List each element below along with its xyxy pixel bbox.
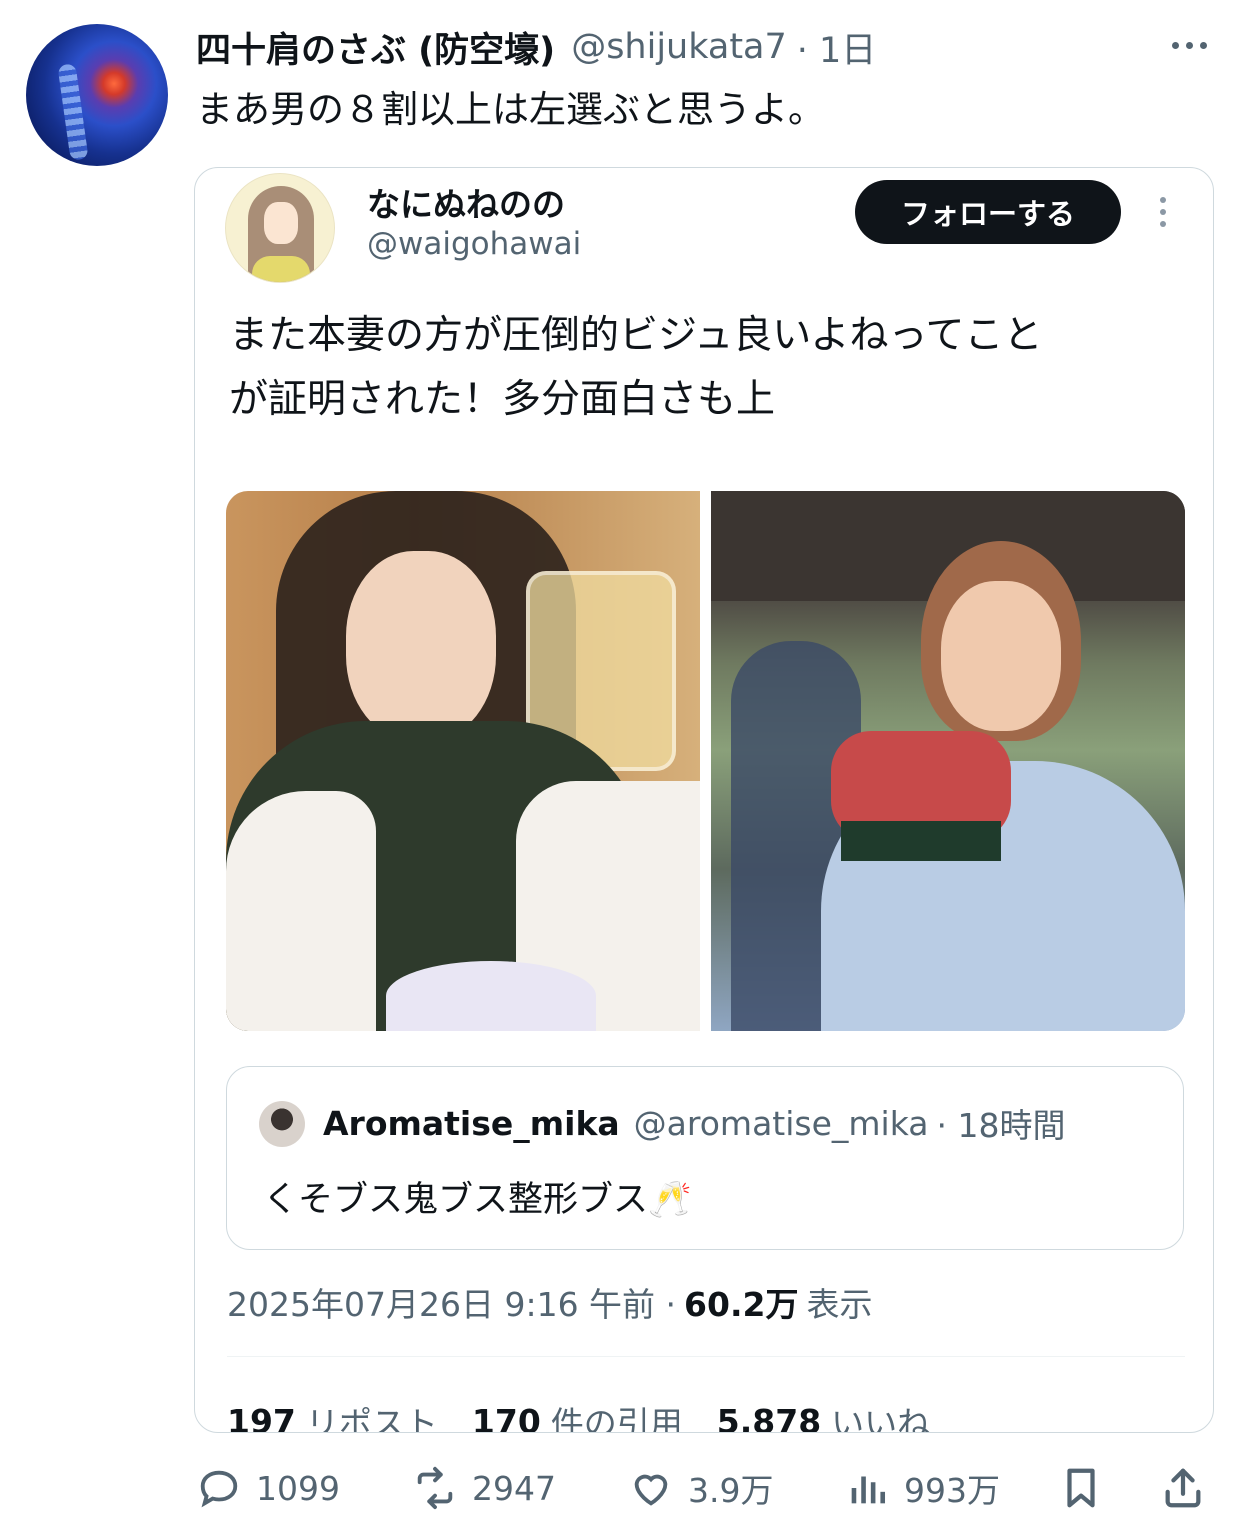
likes-label[interactable]: いいね — [831, 1397, 930, 1432]
quoted-text-line-1: また本妻の方が圧倒的ビジュ良いよねってこと — [229, 313, 1043, 358]
inner-quote-handle[interactable]: @aromatise_mika — [634, 1104, 929, 1143]
views-button[interactable]: 993万 — [844, 1462, 1000, 1514]
tweet-header: 四十肩のさぶ (防空壕) @shijukata7 · 1日 — [196, 22, 876, 72]
inner-quote-time[interactable]: · 18時間 — [936, 1099, 1065, 1147]
reply-button[interactable]: 1099 — [196, 1462, 340, 1514]
reposts-label[interactable]: リポスト — [306, 1397, 438, 1432]
quotes-label[interactable]: 件の引用 — [551, 1397, 683, 1432]
repost-button[interactable]: 2947 — [412, 1462, 556, 1514]
analytics-icon — [851, 1476, 886, 1504]
bookmark-button[interactable] — [1058, 1462, 1104, 1514]
quoted-tweet-text: また本妻の方が圧倒的ビジュ良いよねってこと が証明された！多分面白さも上 — [229, 304, 1189, 432]
quoted-author-avatar[interactable] — [225, 173, 335, 283]
inner-quote-avatar[interactable] — [259, 1101, 305, 1147]
repost-count: 2947 — [472, 1468, 556, 1508]
quoted-tweet-stats: 197 リポスト 170 件の引用 5,878 いいね — [227, 1396, 964, 1433]
quoted-tweet-meta: 2025年07月26日 9:16 午前 · 60.2万 表示 — [227, 1278, 872, 1326]
author-avatar[interactable] — [26, 24, 168, 166]
reply-icon — [200, 1470, 238, 1508]
reply-count: 1099 — [256, 1468, 340, 1508]
tweet-action-bar: 1099 2947 3.9万 993万 — [196, 1462, 1216, 1514]
repost-icon — [417, 1466, 453, 1510]
inner-quoted-tweet[interactable]: Aromatise_mika @aromatise_mika · 18時間 くそ… — [226, 1066, 1184, 1250]
share-button[interactable] — [1160, 1462, 1206, 1514]
author-handle[interactable]: @shijukata7 — [571, 27, 787, 67]
quoted-author-handle[interactable]: @waigohawai — [367, 226, 581, 262]
reposts-count[interactable]: 197 — [227, 1402, 296, 1433]
more-options-icon[interactable] — [1164, 30, 1214, 60]
inner-quote-name[interactable]: Aromatise_mika — [323, 1104, 620, 1143]
views-count: 993万 — [904, 1471, 1000, 1510]
quoted-views-count: 60.2万 — [684, 1285, 799, 1324]
author-display-name[interactable]: 四十肩のさぶ (防空壕) — [196, 22, 555, 73]
like-count: 3.9万 — [688, 1471, 774, 1510]
inner-quote-text: くそブス鬼ブス整形ブス🥂 — [263, 1180, 692, 1220]
tweet-text: まあ男の８割以上は左選ぶと思うよ。 — [196, 88, 825, 131]
quoted-views-label: 表示 — [806, 1285, 873, 1324]
quoted-text-line-2: が証明された！多分面白さも上 — [229, 377, 776, 422]
follow-button[interactable]: フォローする — [855, 180, 1121, 244]
photo-right[interactable] — [711, 491, 1185, 1031]
likes-count[interactable]: 5,878 — [717, 1402, 821, 1433]
like-button[interactable]: 3.9万 — [628, 1462, 773, 1514]
quotes-count[interactable]: 170 — [472, 1402, 541, 1433]
share-icon — [1165, 1468, 1201, 1508]
quoted-more-options-icon[interactable] — [1151, 192, 1175, 232]
photo-left[interactable] — [226, 491, 700, 1031]
quoted-timestamp[interactable]: 2025年07月26日 9:16 午前 · — [227, 1278, 676, 1326]
quoted-author-name[interactable]: なにぬねのの — [367, 178, 565, 226]
tweet-time[interactable]: · 1日 — [797, 22, 877, 73]
heart-icon — [634, 1474, 668, 1506]
divider — [227, 1356, 1185, 1357]
quoted-tweet-card[interactable]: なにぬねのの @waigohawai フォローする また本妻の方が圧倒的ビジュ良… — [194, 167, 1214, 1433]
bookmark-icon — [1067, 1468, 1095, 1508]
